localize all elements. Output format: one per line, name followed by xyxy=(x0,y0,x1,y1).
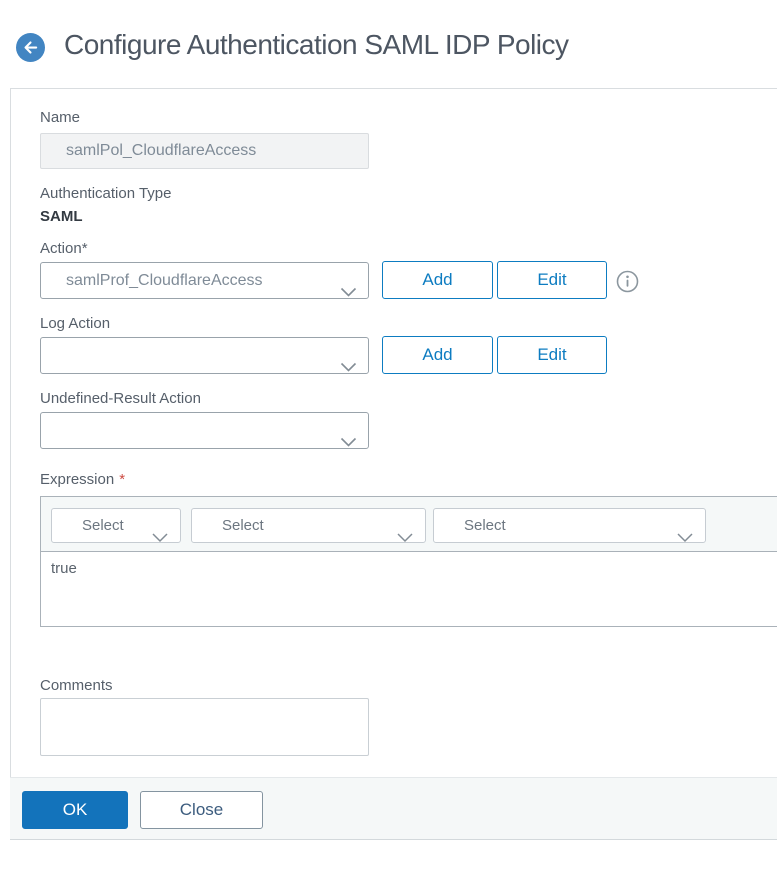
expression-select-placeholder: Select xyxy=(82,517,124,534)
expression-toolbar: Select Select Select xyxy=(41,497,777,552)
chevron-down-icon xyxy=(677,522,693,555)
name-label: Name xyxy=(40,109,81,126)
comments-input[interactable] xyxy=(40,698,369,756)
log-action-edit-button[interactable]: Edit xyxy=(497,336,607,374)
back-arrow-icon xyxy=(22,39,39,56)
info-icon[interactable] xyxy=(616,270,639,293)
chevron-down-icon xyxy=(340,276,357,298)
action-label: Action* xyxy=(40,240,88,257)
expression-operand-select-3[interactable]: Select xyxy=(433,508,706,543)
chevron-down-icon xyxy=(340,351,357,373)
undefined-result-action-dropdown[interactable] xyxy=(40,412,369,449)
expression-operand-select-1[interactable]: Select xyxy=(51,508,181,543)
action-dropdown-value: samlProf_CloudflareAccess xyxy=(66,272,263,289)
chevron-down-icon xyxy=(340,426,357,448)
auth-type-label: Authentication Type xyxy=(40,185,172,202)
auth-type-value: SAML xyxy=(40,208,83,225)
footer-bar: OK Close xyxy=(10,777,777,840)
expression-label: Expression * xyxy=(40,471,125,488)
back-button[interactable] xyxy=(16,33,45,62)
expression-select-placeholder: Select xyxy=(222,517,264,534)
configure-saml-idp-policy-page: Configure Authentication SAML IDP Policy… xyxy=(0,0,777,877)
page-title: Configure Authentication SAML IDP Policy xyxy=(64,29,569,60)
undefined-result-action-label: Undefined-Result Action xyxy=(40,390,201,407)
chevron-down-icon xyxy=(152,522,168,555)
log-action-dropdown[interactable] xyxy=(40,337,369,374)
expression-operand-select-2[interactable]: Select xyxy=(191,508,426,543)
log-action-label: Log Action xyxy=(40,315,111,332)
action-dropdown[interactable]: samlProf_CloudflareAccess xyxy=(40,262,369,299)
expression-label-text: Expression xyxy=(40,471,115,488)
comments-label: Comments xyxy=(40,677,113,694)
close-button[interactable]: Close xyxy=(140,791,263,829)
action-edit-button[interactable]: Edit xyxy=(497,261,607,299)
ok-button[interactable]: OK xyxy=(22,791,128,829)
name-field: samlPol_CloudflareAccess xyxy=(40,133,369,169)
expression-input[interactable]: true xyxy=(41,552,777,626)
chevron-down-icon xyxy=(397,522,413,555)
expression-editor: Select Select Select true xyxy=(40,496,777,627)
expression-select-placeholder: Select xyxy=(464,517,506,534)
action-add-button[interactable]: Add xyxy=(382,261,493,299)
required-asterisk: * xyxy=(119,471,126,488)
log-action-add-button[interactable]: Add xyxy=(382,336,493,374)
